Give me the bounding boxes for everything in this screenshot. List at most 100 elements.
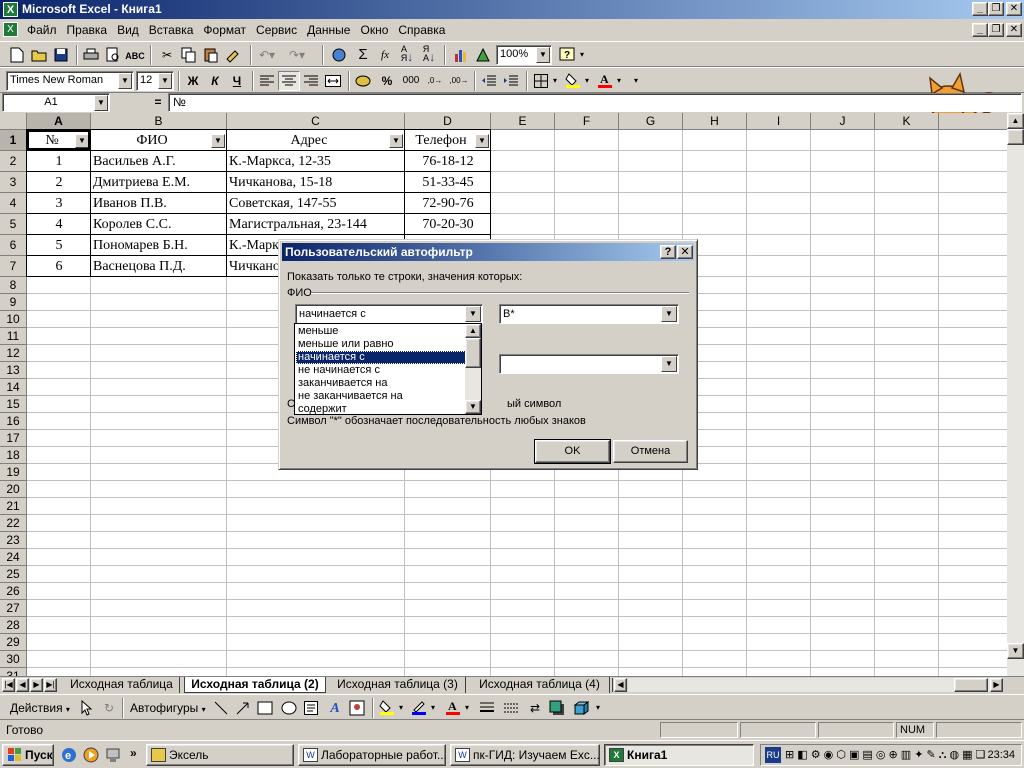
line-color-icon[interactable] — [408, 698, 430, 718]
last-sheet-icon[interactable]: ▶| — [44, 678, 57, 692]
row-header[interactable]: 8 — [0, 277, 27, 294]
table-cell[interactable]: Магистральная, 23-144 — [227, 214, 403, 235]
table-cell[interactable]: 5 — [27, 235, 89, 256]
help-icon[interactable]: ? — [556, 45, 578, 65]
align-right-icon[interactable] — [300, 71, 322, 91]
table-cell[interactable]: Иванов П.В. — [91, 193, 225, 214]
row-header[interactable]: 22 — [0, 515, 27, 532]
dropdown-option[interactable]: начинается с — [296, 351, 466, 364]
dropdown-option[interactable]: содержит — [296, 403, 466, 414]
dropdown-option[interactable]: заканчивается на — [296, 377, 466, 390]
function-icon[interactable]: fx — [374, 45, 396, 65]
rectangle-icon[interactable] — [254, 698, 276, 718]
zoom-select[interactable]: 100% ▼ — [496, 45, 552, 65]
column-header[interactable]: J — [811, 113, 875, 130]
table-cell[interactable]: Пономарев Б.Н. — [91, 235, 225, 256]
row-header[interactable]: 27 — [0, 600, 27, 617]
row-header[interactable]: 2 — [0, 151, 27, 172]
row-header[interactable]: 5 — [0, 214, 27, 235]
fill-color-icon[interactable] — [562, 71, 584, 91]
print-preview-icon[interactable] — [102, 45, 124, 65]
text-box-icon[interactable] — [300, 698, 322, 718]
print-icon[interactable] — [80, 45, 102, 65]
sort-ascending-icon[interactable]: А Я↓ — [396, 45, 418, 65]
chevron-down-icon[interactable]: ▼ — [158, 73, 172, 89]
doc-close-button[interactable]: ✕ — [1006, 23, 1022, 37]
dropdown-scrollbar[interactable]: ▲ ▼ — [465, 324, 481, 414]
chevron-down-icon[interactable]: ▾ — [396, 698, 406, 718]
chevron-down-icon[interactable]: ▼ — [661, 306, 677, 322]
vertical-scrollbar[interactable]: ▲ ▼ — [1007, 113, 1024, 676]
table-cell[interactable]: Чичканова, 15-18 — [227, 172, 403, 193]
dropdown-option[interactable]: не заканчивается на — [296, 390, 466, 403]
table-cell[interactable]: 76-18-12 — [405, 151, 489, 172]
row-header[interactable]: 30 — [0, 651, 27, 668]
chevron-down-icon[interactable]: ▼ — [118, 73, 132, 89]
row-header[interactable]: 4 — [0, 193, 27, 214]
sheet-tab[interactable]: Исходная таблица (3) — [330, 677, 466, 693]
spellcheck-icon[interactable]: ABC — [124, 45, 146, 65]
row-header[interactable]: 11 — [0, 328, 27, 345]
redo-icon[interactable]: ↷▾ — [286, 45, 308, 65]
arrow-icon[interactable] — [232, 698, 254, 718]
language-indicator[interactable]: RU — [765, 747, 781, 763]
column-header[interactable]: G — [619, 113, 683, 130]
close-button[interactable]: ✕ — [1006, 2, 1022, 16]
sheet-tab[interactable]: Исходная таблица (2) — [184, 677, 326, 693]
operator-dropdown-list[interactable]: меньше меньше или равно начинается с не нач… — [294, 323, 482, 415]
taskbar-button[interactable]: Wпк-ГИД: Изучаем Exc... — [450, 744, 600, 766]
bold-button[interactable]: Ж — [182, 71, 204, 91]
dropdown-scroll-thumb[interactable] — [465, 338, 481, 368]
3d-icon[interactable] — [570, 698, 592, 718]
paste-icon[interactable] — [200, 45, 222, 65]
row-header[interactable]: 6 — [0, 235, 27, 256]
scroll-up-icon[interactable]: ▲ — [1007, 113, 1024, 129]
quicklaunch-more-icon[interactable]: » — [130, 746, 137, 760]
menu-item-5[interactable]: Сервис — [251, 19, 302, 41]
fill-color-icon[interactable] — [376, 698, 398, 718]
desktop-quicklaunch-icon[interactable] — [104, 746, 122, 764]
row-header[interactable]: 17 — [0, 430, 27, 447]
increase-decimal-button[interactable]: ,0→ — [424, 71, 446, 91]
first-sheet-icon[interactable]: |◀ — [2, 678, 15, 692]
chevron-down-icon[interactable]: ▼ — [536, 47, 550, 63]
row-header[interactable]: 15 — [0, 396, 27, 413]
row-header[interactable]: 28 — [0, 617, 27, 634]
save-icon[interactable] — [50, 45, 72, 65]
row-header[interactable]: 7 — [0, 256, 27, 277]
sort-descending-icon[interactable]: Я А↓ — [418, 45, 440, 65]
dash-style-icon[interactable] — [500, 698, 522, 718]
formula-input[interactable]: № — [168, 93, 1022, 112]
currency-icon[interactable] — [352, 71, 374, 91]
menu-item-8[interactable]: Справка — [393, 19, 450, 41]
new-file-icon[interactable] — [6, 45, 28, 65]
row-header[interactable]: 16 — [0, 413, 27, 430]
autofilter-dropdown-icon[interactable]: ▼ — [211, 134, 225, 148]
table-cell[interactable]: Васильев А.Г. — [91, 151, 225, 172]
dropdown-option[interactable]: не начинается с — [296, 364, 466, 377]
doc-minimize-button[interactable]: _ — [972, 23, 988, 37]
chevron-down-icon[interactable]: ▼ — [94, 95, 108, 111]
table-cell[interactable]: 72-90-76 — [405, 193, 489, 214]
row-header[interactable]: 29 — [0, 634, 27, 651]
font-color-icon[interactable]: A — [442, 698, 464, 718]
copy-icon[interactable] — [178, 45, 200, 65]
column-header[interactable]: F — [555, 113, 619, 130]
clipart-icon[interactable] — [346, 698, 368, 718]
scroll-down-icon[interactable]: ▼ — [465, 400, 481, 414]
actions-menu-button[interactable]: Действия ▾ — [4, 698, 74, 718]
table-cell[interactable]: Дмитриева Е.М. — [91, 172, 225, 193]
autofilter-dropdown-icon[interactable]: ▼ — [389, 134, 403, 148]
align-center-icon[interactable] — [278, 71, 300, 91]
underline-button[interactable]: Ч — [226, 71, 248, 91]
doc-restore-button[interactable]: ❐ — [988, 23, 1004, 37]
chevron-down-icon[interactable]: ▼ — [465, 306, 481, 322]
hyperlink-icon[interactable] — [328, 45, 350, 65]
italic-button[interactable]: К — [204, 71, 226, 91]
shadow-icon[interactable] — [546, 698, 568, 718]
table-cell[interactable]: 1 — [27, 151, 89, 172]
open-folder-icon[interactable] — [28, 45, 50, 65]
prev-sheet-icon[interactable]: ◀ — [16, 678, 29, 692]
row-header[interactable]: 20 — [0, 481, 27, 498]
start-button[interactable]: Пуск — [2, 744, 54, 766]
